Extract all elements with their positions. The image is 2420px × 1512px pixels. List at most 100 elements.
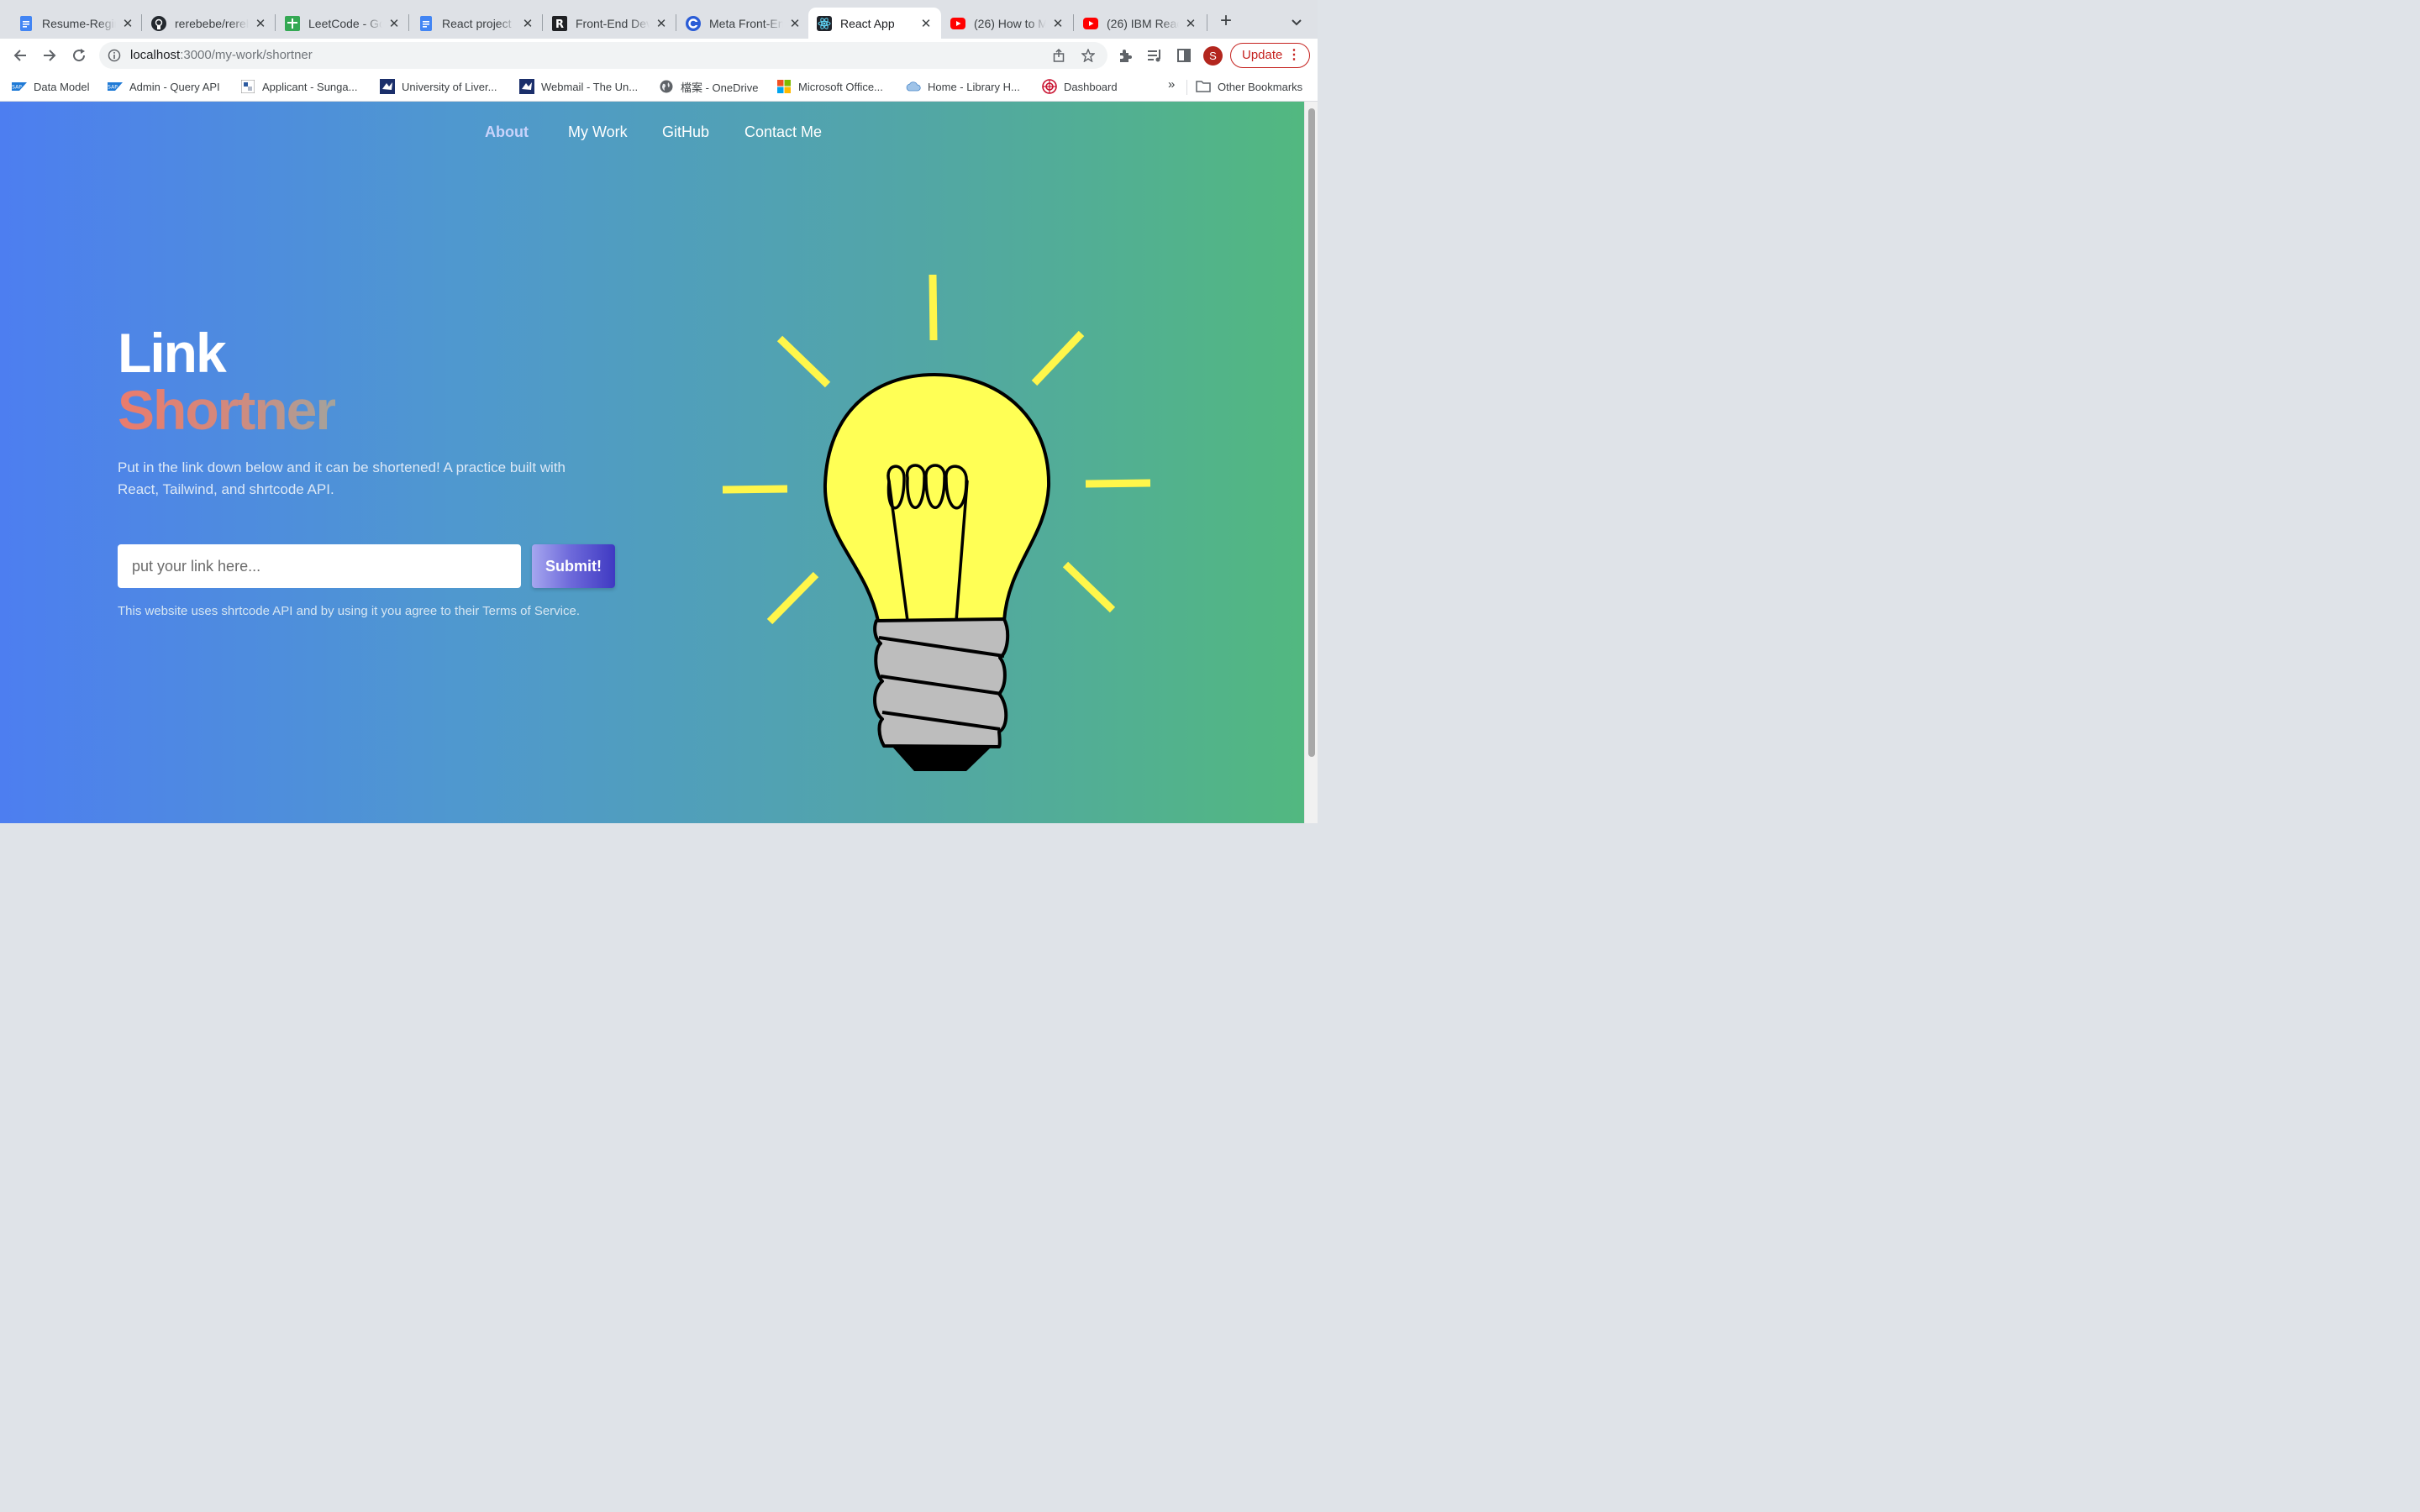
bookmark-label: University of Liver... xyxy=(402,80,497,93)
bookmark-university[interactable]: University of Liver... xyxy=(380,79,497,94)
arrow-left-icon xyxy=(13,50,26,61)
bookmark-label: Webmail - The Un... xyxy=(541,80,639,93)
tab-meta[interactable]: Meta Front-En ✕ xyxy=(677,8,810,39)
bookmark-data-model[interactable]: SAP Data Model xyxy=(12,79,89,94)
tab-separator xyxy=(1073,14,1074,31)
tab-youtube-2[interactable]: (26) IBM Reac ✕ xyxy=(1075,8,1206,39)
close-icon[interactable]: ✕ xyxy=(1184,17,1197,31)
extensions-icon[interactable] xyxy=(1117,47,1134,64)
other-bookmarks[interactable]: Other Bookmarks xyxy=(1196,79,1302,94)
address-bar[interactable]: localhost:3000/my-work/shortner xyxy=(99,42,1107,69)
folder-icon xyxy=(1196,80,1211,93)
bookmark-star-icon[interactable] xyxy=(1081,48,1096,63)
tab-title: React App xyxy=(840,16,895,30)
reload-button[interactable] xyxy=(69,45,89,66)
tab-react-app[interactable]: React App ✕ xyxy=(808,8,941,39)
media-control-icon[interactable] xyxy=(1146,47,1163,64)
submit-button[interactable]: Submit! xyxy=(532,544,615,588)
microsoft-icon xyxy=(776,80,792,93)
applicant-icon xyxy=(240,80,255,93)
tab-separator xyxy=(542,14,543,31)
bulb-glass xyxy=(823,373,1051,622)
svg-text:SAP: SAP xyxy=(108,85,118,91)
google-docs-icon xyxy=(418,15,434,31)
browser-toolbar: localhost:3000/my-work/shortner S Update… xyxy=(0,39,1318,72)
close-icon[interactable]: ✕ xyxy=(254,17,267,31)
terms-disclaimer: This website uses shrtcode API and by us… xyxy=(118,604,580,618)
tab-separator xyxy=(408,14,409,31)
chevron-down-icon[interactable] xyxy=(1289,14,1304,29)
close-icon[interactable]: ✕ xyxy=(121,17,134,31)
close-icon[interactable]: ✕ xyxy=(788,17,802,31)
ray-top xyxy=(929,274,938,341)
ray-top-right xyxy=(1031,330,1085,386)
tab-resume[interactable]: Resume-Regin ✕ xyxy=(10,8,143,39)
bookmark-admin-query-api[interactable]: SAP Admin - Query API xyxy=(108,79,220,94)
url-path: :3000/my-work/shortner xyxy=(180,48,313,62)
tab-youtube-1[interactable]: (26) How to M ✕ xyxy=(942,8,1073,39)
youtube-icon xyxy=(950,16,965,31)
liverpool-icon xyxy=(519,79,534,94)
tab-front-end-dev[interactable]: R Front-End Dev ✕ xyxy=(544,8,676,39)
bookmark-webmail[interactable]: Webmail - The Un... xyxy=(519,79,638,94)
close-icon[interactable]: ✕ xyxy=(919,17,933,31)
link-input[interactable] xyxy=(118,544,521,588)
nav-about[interactable]: About xyxy=(485,123,529,141)
bookmark-microsoft-office[interactable]: Microsoft Office... xyxy=(776,79,883,94)
page-viewport: About My Work GitHub Contact Me Link Sho… xyxy=(0,102,1304,823)
close-icon[interactable]: ✕ xyxy=(655,17,668,31)
site-nav: About My Work GitHub Contact Me xyxy=(0,123,1304,144)
bookmark-applicant[interactable]: Applicant - Sunga... xyxy=(240,79,357,94)
svg-text:SAP: SAP xyxy=(12,85,22,91)
ray-left xyxy=(722,485,788,494)
bookmark-label: Data Model xyxy=(34,80,90,93)
nav-github[interactable]: GitHub xyxy=(662,123,709,141)
bookmark-label: Dashboard xyxy=(1064,80,1118,93)
bookmarks-separator xyxy=(1186,80,1187,95)
page-title: Link Shortner xyxy=(118,322,337,441)
bookmark-onedrive[interactable]: 檔案 - OneDrive xyxy=(659,79,758,94)
tab-github[interactable]: rerebebe/rereb ✕ xyxy=(143,8,276,39)
profile-avatar[interactable]: S xyxy=(1203,46,1223,66)
cloud-icon xyxy=(906,80,921,93)
sap-icon: SAP xyxy=(108,80,123,93)
tab-title: LeetCode - Go xyxy=(308,16,382,30)
forward-button[interactable] xyxy=(39,45,60,66)
update-button[interactable]: Update ⋮ xyxy=(1230,43,1310,68)
bookmark-label: Admin - Query API xyxy=(129,80,220,93)
bookmarks-overflow-button[interactable]: » xyxy=(1168,77,1175,92)
tab-title: (26) How to M xyxy=(974,16,1046,30)
info-icon[interactable] xyxy=(108,49,121,62)
tab-title: Meta Front-En xyxy=(709,16,783,30)
lightbulb-icon xyxy=(722,274,1151,771)
tab-separator xyxy=(141,14,142,31)
close-icon[interactable]: ✕ xyxy=(387,17,401,31)
ray-top-left xyxy=(776,335,831,388)
menu-dots-icon[interactable]: ⋮ xyxy=(1287,44,1301,67)
bookmark-library[interactable]: Home - Library H... xyxy=(906,79,1020,94)
scrollbar-thumb[interactable] xyxy=(1308,108,1315,757)
close-icon[interactable]: ✕ xyxy=(521,17,534,31)
nav-my-work[interactable]: My Work xyxy=(568,123,628,141)
tab-strip: Resume-Regin ✕ rerebebe/rereb ✕ LeetCode… xyxy=(0,0,1318,39)
react-icon xyxy=(817,15,832,31)
hero-description: Put in the link down below and it can be… xyxy=(118,459,566,497)
liverpool-icon xyxy=(380,79,395,94)
google-docs-icon xyxy=(18,15,34,31)
tab-leetcode[interactable]: LeetCode - Go ✕ xyxy=(276,8,409,39)
page-scrollbar[interactable] xyxy=(1304,102,1318,823)
back-button[interactable] xyxy=(10,45,30,66)
new-tab-button[interactable]: + xyxy=(1217,11,1235,31)
globe-icon xyxy=(659,80,674,93)
google-sheets-icon xyxy=(285,15,300,31)
close-icon[interactable]: ✕ xyxy=(1051,17,1065,31)
coursera-icon xyxy=(686,15,701,31)
bookmark-dashboard[interactable]: Dashboard xyxy=(1042,79,1118,94)
title-line-shortner: Shortner xyxy=(118,379,337,441)
nav-contact-me[interactable]: Contact Me xyxy=(744,123,822,141)
r-logo-icon: R xyxy=(552,15,567,31)
tab-react-project[interactable]: React project ✕ xyxy=(410,8,543,39)
side-panel-icon[interactable] xyxy=(1176,47,1192,64)
share-icon[interactable] xyxy=(1052,48,1065,62)
title-line-link: Link xyxy=(118,322,227,384)
